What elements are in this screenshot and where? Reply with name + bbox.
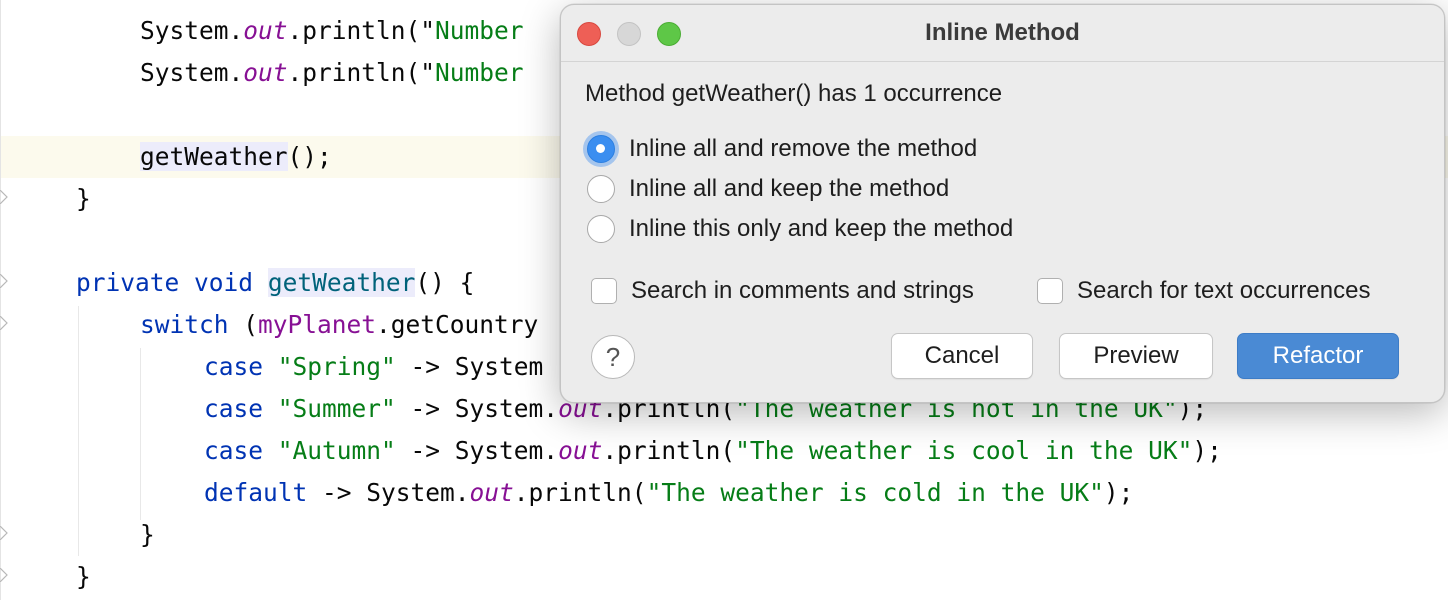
code-token: default	[204, 478, 307, 507]
checkbox-search-text[interactable]: Search for text occurrences	[1037, 273, 1370, 309]
code-token: );	[1192, 436, 1222, 465]
code-token: void	[194, 268, 253, 297]
code-token: "Spring"	[278, 352, 396, 381]
cancel-button[interactable]: Cancel	[891, 333, 1033, 379]
checkbox-label: Search for text occurrences	[1077, 277, 1370, 305]
help-icon[interactable]: ?	[591, 335, 635, 379]
code-token: -> System	[396, 352, 544, 381]
radio-label: Inline all and remove the method	[629, 135, 977, 163]
radio-inline-all-keep[interactable]: Inline all and keep the method	[587, 171, 949, 207]
code-token: ();	[288, 142, 332, 171]
code-token: private	[76, 268, 179, 297]
code-token	[263, 436, 278, 465]
code-token: myPlanet	[258, 310, 376, 339]
preview-button[interactable]: Preview	[1059, 333, 1213, 379]
code-token: out	[470, 478, 514, 507]
code-line: }	[76, 178, 91, 220]
code-line: }	[76, 556, 91, 598]
fold-icon[interactable]	[0, 526, 8, 540]
code-token: .println(	[602, 436, 735, 465]
dialog-titlebar[interactable]: Inline Method	[561, 5, 1444, 62]
inline-method-dialog: Inline Method Method getWeather() has 1 …	[560, 4, 1445, 403]
code-token: out	[243, 16, 287, 45]
dialog-title: Inline Method	[561, 5, 1444, 61]
code-token: getWeather	[140, 142, 288, 171]
radio-label: Inline this only and keep the method	[629, 215, 1013, 243]
code-token: .println("	[288, 58, 436, 87]
code-line: switch (myPlanet.getCountry	[140, 304, 538, 346]
indent-guide	[78, 306, 79, 556]
radio-button[interactable]	[587, 135, 615, 163]
gutter	[0, 0, 1, 600]
code-token: (	[229, 310, 259, 339]
fold-icon[interactable]	[0, 190, 8, 204]
checkbox[interactable]	[1037, 278, 1063, 304]
code-token: getWeather	[268, 268, 416, 297]
code-token: switch	[140, 310, 229, 339]
code-line: private void getWeather() {	[76, 262, 474, 304]
code-line: getWeather();	[140, 136, 332, 178]
code-token	[179, 268, 194, 297]
code-token: "The weather is cold in the UK"	[647, 478, 1104, 507]
code-line: }	[140, 514, 155, 556]
code-line: default -> System.out.println("The weath…	[204, 472, 1133, 514]
code-token: System.	[140, 58, 243, 87]
fold-icon[interactable]	[0, 568, 8, 582]
code-token: () {	[415, 268, 474, 297]
checkbox-label: Search in comments and strings	[631, 277, 974, 305]
code-token: }	[76, 562, 91, 591]
code-token: "Summer"	[278, 394, 396, 423]
code-token	[263, 352, 278, 381]
code-token: );	[1104, 478, 1134, 507]
code-token: out	[558, 436, 602, 465]
code-token: -> System.	[307, 478, 469, 507]
checkbox[interactable]	[591, 278, 617, 304]
code-token	[253, 268, 268, 297]
code-line: System.out.println("Number	[140, 52, 524, 94]
radio-label: Inline all and keep the method	[629, 175, 949, 203]
code-token: case	[204, 352, 263, 381]
refactor-button[interactable]: Refactor	[1237, 333, 1399, 379]
code-token: }	[76, 184, 91, 213]
code-token: Number	[435, 58, 524, 87]
code-line: case "Autumn" -> System.out.println("The…	[204, 430, 1222, 472]
code-token: -> System.	[396, 436, 558, 465]
code-token: "Autumn"	[278, 436, 396, 465]
code-token: .println("	[288, 16, 436, 45]
code-token: .getCountry	[376, 310, 538, 339]
code-token: System.	[140, 16, 243, 45]
code-line: System.out.println("Number	[140, 10, 524, 52]
code-token: .println(	[514, 478, 647, 507]
radio-button[interactable]	[587, 215, 615, 243]
code-token	[263, 394, 278, 423]
indent-guide	[140, 348, 141, 520]
checkbox-search-comments[interactable]: Search in comments and strings	[591, 273, 974, 309]
code-token: -> System.	[396, 394, 558, 423]
code-token: Number	[435, 16, 524, 45]
code-token: }	[140, 520, 155, 549]
radio-inline-all-remove[interactable]: Inline all and remove the method	[587, 131, 977, 167]
code-token: out	[243, 58, 287, 87]
radio-inline-this-only[interactable]: Inline this only and keep the method	[587, 211, 1013, 247]
code-token: case	[204, 394, 263, 423]
code-token: "The weather is cool in the UK"	[735, 436, 1192, 465]
fold-icon[interactable]	[0, 274, 8, 288]
code-token: case	[204, 436, 263, 465]
fold-icon[interactable]	[0, 316, 8, 330]
code-line: case "Spring" -> System	[204, 346, 543, 388]
radio-button[interactable]	[587, 175, 615, 203]
occurrence-message: Method getWeather() has 1 occurrence	[585, 77, 1002, 111]
